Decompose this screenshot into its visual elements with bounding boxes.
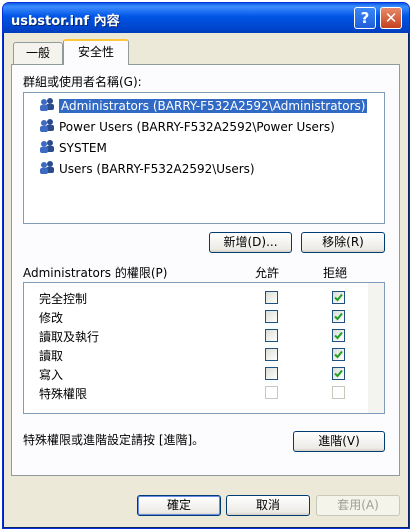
permission-name: 讀取及執行 bbox=[39, 330, 100, 344]
remove-button[interactable]: 移除(R) bbox=[301, 232, 385, 253]
permission-row: 寫入 bbox=[24, 364, 364, 383]
check-icon bbox=[334, 331, 343, 340]
allow-header: 允許 bbox=[255, 266, 280, 280]
deny-header: 拒絕 bbox=[323, 266, 348, 280]
permission-name: 寫入 bbox=[39, 368, 64, 382]
permission-row: 讀取 bbox=[24, 345, 364, 364]
ok-button[interactable]: 確定 bbox=[137, 495, 221, 516]
close-button[interactable]: ✕ bbox=[380, 7, 402, 29]
users-icon bbox=[38, 97, 56, 116]
list-item-label: SYSTEM bbox=[59, 141, 107, 155]
list-item-label: Administrators (BARRY-F532A2592\Administ… bbox=[59, 99, 368, 113]
title-bar[interactable]: usbstor.inf 內容 ? ✕ bbox=[3, 3, 409, 33]
permission-name: 修改 bbox=[39, 311, 64, 325]
permissions-scrollbar[interactable] bbox=[368, 283, 384, 413]
users-icon bbox=[38, 118, 56, 137]
allow-checkbox[interactable] bbox=[265, 348, 278, 361]
permission-row: 讀取及執行 bbox=[24, 326, 364, 345]
permission-name: 特殊權限 bbox=[39, 387, 88, 401]
permission-row: 修改 bbox=[24, 307, 364, 326]
add-button[interactable]: 新增(D)... bbox=[209, 232, 292, 253]
deny-checkbox[interactable] bbox=[332, 329, 345, 342]
window-title: usbstor.inf 內容 bbox=[11, 14, 120, 29]
deny-checkbox[interactable] bbox=[332, 310, 345, 323]
list-item-label: Users (BARRY-F532A2592\Users) bbox=[59, 162, 255, 176]
deny-checkbox[interactable] bbox=[332, 291, 345, 304]
list-item[interactable]: Power Users (BARRY-F532A2592\Power Users… bbox=[26, 118, 382, 136]
help-button[interactable]: ? bbox=[354, 7, 376, 29]
cancel-button[interactable]: 取消 bbox=[226, 495, 310, 516]
group-user-list[interactable]: Administrators (BARRY-F532A2592\Administ… bbox=[23, 92, 385, 224]
apply-button: 套用(A) bbox=[316, 495, 400, 516]
users-icon bbox=[38, 139, 56, 158]
groups-label: 群組或使用者名稱(G): bbox=[23, 75, 142, 89]
deny-checkbox bbox=[332, 386, 345, 399]
permission-row: 特殊權限 bbox=[24, 383, 364, 402]
permissions-label: Administrators 的權限(P) bbox=[23, 266, 168, 280]
allow-checkbox[interactable] bbox=[265, 329, 278, 342]
advanced-note: 特殊權限或進階設定請按 [進階]。 bbox=[23, 433, 205, 447]
list-item[interactable]: SYSTEM bbox=[26, 139, 382, 157]
permission-row: 完全控制 bbox=[24, 288, 364, 307]
list-item-label: Power Users (BARRY-F532A2592\Power Users… bbox=[59, 120, 335, 134]
permissions-list: 完全控制 修改 讀取及執行 讀取 寫入 特殊權限 bbox=[23, 282, 385, 414]
list-item[interactable]: Users (BARRY-F532A2592\Users) bbox=[26, 160, 382, 178]
allow-checkbox[interactable] bbox=[265, 310, 278, 323]
permission-name: 完全控制 bbox=[39, 292, 88, 306]
advanced-button[interactable]: 進階(V) bbox=[293, 431, 385, 452]
tab-security[interactable]: 安全性 bbox=[63, 39, 129, 65]
check-icon bbox=[334, 293, 343, 302]
users-icon bbox=[38, 160, 56, 179]
list-item[interactable]: Administrators (BARRY-F532A2592\Administ… bbox=[26, 97, 382, 115]
check-icon bbox=[334, 312, 343, 321]
check-icon bbox=[334, 369, 343, 378]
tab-general[interactable]: 一般 bbox=[13, 42, 63, 64]
permission-name: 讀取 bbox=[39, 349, 64, 363]
allow-checkbox bbox=[265, 386, 278, 399]
properties-dialog: usbstor.inf 內容 ? ✕ 一般 安全性 群組或使用者名稱(G): A… bbox=[2, 2, 410, 529]
deny-checkbox[interactable] bbox=[332, 348, 345, 361]
allow-checkbox[interactable] bbox=[265, 367, 278, 380]
deny-checkbox[interactable] bbox=[332, 367, 345, 380]
check-icon bbox=[334, 350, 343, 359]
allow-checkbox[interactable] bbox=[265, 291, 278, 304]
